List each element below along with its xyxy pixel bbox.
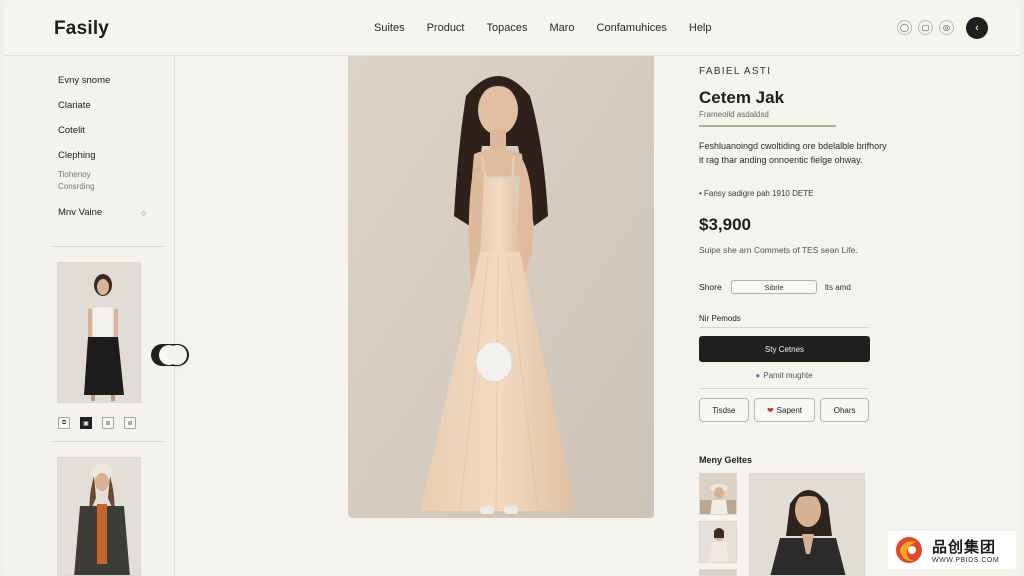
swatch-icon-4[interactable]: ⊘ <box>124 417 136 429</box>
sidebar-item-1[interactable]: Evny snome <box>58 75 110 86</box>
nav-item-5[interactable]: Confamuhices <box>597 22 667 34</box>
swatch-icon-3[interactable]: ⊘ <box>102 417 114 429</box>
find-link-label: Pamit mughte <box>763 371 813 380</box>
size-row: Shore Sibrle lts amd <box>699 280 869 294</box>
heart-icon: ❤ <box>766 405 774 415</box>
related-thumbnail-3[interactable] <box>699 569 737 576</box>
watermark-brand: 品创集团 <box>932 539 997 556</box>
action-buttons: Tisdse ❤ Sapent Ohars <box>699 398 869 422</box>
user-icon[interactable]: ◎ <box>939 20 954 35</box>
related-thumbnail-1[interactable] <box>699 473 737 515</box>
find-link[interactable]: ● Pamit mughte <box>699 371 869 380</box>
bag-icon[interactable]: ▢ <box>918 20 933 35</box>
product-thumbnail-1[interactable] <box>57 262 141 403</box>
top-header: Fasily Suites Product Topaces Maro Confa… <box>4 0 1020 56</box>
model-photo <box>348 56 654 518</box>
preferences-label[interactable]: Nir Pemods <box>699 314 869 328</box>
thumbnail-image-2 <box>58 458 140 575</box>
product-thumbnail-2[interactable] <box>57 457 141 576</box>
nav-item-4[interactable]: Maro <box>549 22 574 34</box>
action-label-3: Ohars <box>833 405 856 415</box>
toggle-knob <box>167 345 187 365</box>
sidebar-sub-line-2: Consrding <box>58 182 95 191</box>
watermark-text: 品创集团 WWW.PBIDS.COM <box>932 536 999 564</box>
related-image-1 <box>700 474 736 514</box>
sidebar-divider <box>51 246 165 247</box>
back-arrow-icon[interactable]: ‹ <box>966 17 988 39</box>
price-note: Suipe she arn Commets of TES sean Life. <box>699 245 858 255</box>
buy-button[interactable]: Sty Cetnes <box>699 336 870 362</box>
sidebar-item-4[interactable]: Clephing <box>58 150 110 161</box>
action-label-2: Sapent <box>776 405 803 415</box>
brand-swirl-icon <box>896 537 922 563</box>
more-section-title: Meny Geltes <box>699 455 753 465</box>
sidebar-sub-line-1: Tiohenoy <box>58 170 91 179</box>
sidebar-more-label: Mnv Vaine <box>58 207 103 218</box>
main-product-image[interactable] <box>348 56 654 518</box>
product-subtitle: Frameoild asdaldsd <box>699 110 769 119</box>
shield-icon[interactable]: ◯ <box>897 20 912 35</box>
related-feature-image[interactable] <box>749 473 865 576</box>
nav-item-3[interactable]: Topaces <box>487 22 528 34</box>
location-pin-icon: ○ <box>141 207 147 218</box>
sidebar-item-2[interactable]: Clariate <box>58 100 110 111</box>
view-toggle[interactable] <box>151 344 189 366</box>
product-description: Feshluanoingd cwoltiding ore bdelalble b… <box>699 141 887 165</box>
product-meta: • Fansy sadigre pah 1910 DETE <box>699 189 814 198</box>
sidebar-subtext: Tiohenoy Consrding <box>58 169 110 193</box>
nav-item-2[interactable]: Product <box>427 22 465 34</box>
info-icon: ● <box>755 371 761 380</box>
logo[interactable]: Fasily <box>54 18 109 40</box>
swatch-icon-2[interactable]: ▣ <box>80 417 92 429</box>
nav-item-6[interactable]: Help <box>689 22 712 34</box>
thumbnail-image-1 <box>58 263 140 402</box>
size-label: Shore <box>699 282 722 292</box>
header-icons: ◯ ▢ ◎ <box>897 20 954 35</box>
action-button-1[interactable]: Tisdse <box>699 398 749 422</box>
product-details: FABIEL ASTI Cetem Jak Frameoild asdaldsd… <box>699 66 887 422</box>
size-note[interactable]: lts amd <box>825 283 851 292</box>
panel-divider <box>699 388 869 389</box>
action-label-1: Tisdse <box>712 405 736 415</box>
swatch-icon-1[interactable]: ⧉ <box>58 417 70 429</box>
product-title: Cetem Jak <box>699 88 785 107</box>
main-nav: Suites Product Topaces Maro Confamuhices… <box>374 22 734 34</box>
size-select[interactable]: Sibrle <box>731 280 817 294</box>
watermark-logo: 品创集团 WWW.PBIDS.COM <box>888 531 1016 569</box>
sidebar-menu: Evny snome Clariate Cotelit Clephing Tio… <box>58 75 146 232</box>
color-swatches: ⧉ ▣ ⊘ ⊘ <box>58 417 136 429</box>
title-underline <box>699 125 836 127</box>
sidebar-item-3[interactable]: Cotelit <box>58 125 110 136</box>
related-feature-photo <box>750 474 864 575</box>
related-image-2 <box>700 522 736 562</box>
brand-name: FABIEL ASTI <box>699 66 772 77</box>
sidebar-item-more[interactable]: Mnv Vaine ○ <box>58 207 146 218</box>
action-button-3[interactable]: Ohars <box>820 398 869 422</box>
sidebar-divider-2 <box>51 441 165 442</box>
wishlist-button[interactable]: ❤ Sapent <box>753 398 816 422</box>
watermark-url: WWW.PBIDS.COM <box>932 557 1000 564</box>
sidebar: Evny snome Clariate Cotelit Clephing Tio… <box>4 0 175 576</box>
nav-item-1[interactable]: Suites <box>374 22 405 34</box>
app-window: Evny snome Clariate Cotelit Clephing Tio… <box>4 0 1020 576</box>
related-thumbnail-2[interactable] <box>699 521 737 563</box>
product-price: $3,900 <box>699 215 751 234</box>
